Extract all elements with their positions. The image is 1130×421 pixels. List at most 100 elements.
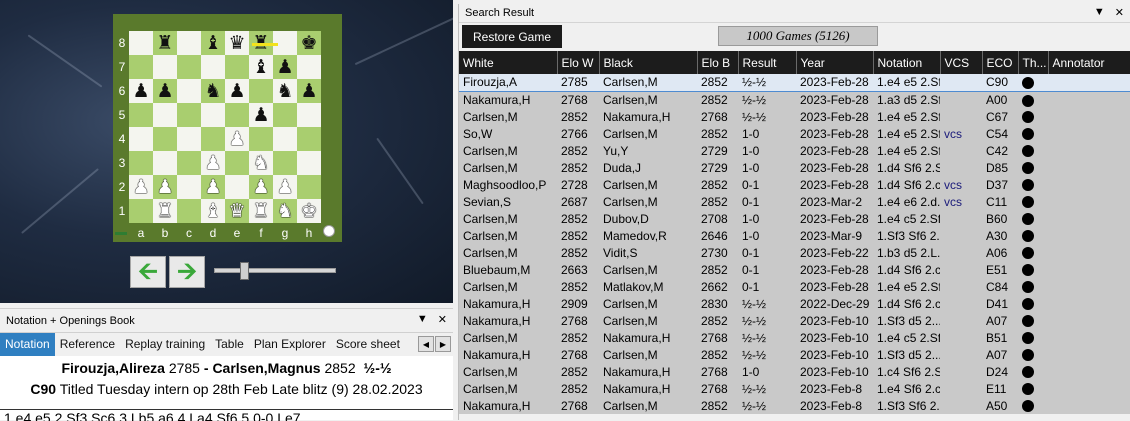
tab-score-sheet[interactable]: Score sheet: [331, 333, 405, 356]
board-square-h8[interactable]: ♚: [297, 31, 321, 55]
table-row[interactable]: So,W 2766 Carlsen,M 2852 1-0 2023-Feb-28 1.e4 …: [459, 125, 1130, 142]
board-square-b5[interactable]: [153, 103, 177, 127]
white-knight-icon[interactable]: ♞: [276, 201, 293, 221]
board-square-d4[interactable]: [201, 127, 225, 151]
white-queen-icon[interactable]: ♛: [228, 201, 245, 221]
board-square-f7[interactable]: ♝: [249, 55, 273, 79]
board-square-e6[interactable]: ♟: [225, 79, 249, 103]
table-row[interactable]: Nakamura,H 2768 Carlsen,M 2852 ½-½ 2023-Feb-1…: [459, 346, 1130, 363]
black-bishop-icon[interactable]: ♝: [204, 33, 221, 53]
board-square-e8[interactable]: ♛: [225, 31, 249, 55]
board-square-a3[interactable]: [129, 151, 153, 175]
previous-move-button[interactable]: 🡨: [130, 256, 166, 288]
table-row[interactable]: Carlsen,M 2852 Dubov,D 2708 1-0 2023-Feb-28 1.…: [459, 210, 1130, 227]
table-row[interactable]: Maghsoodloo,P 2728 Carlsen,M 2852 0-1 2023-Fe…: [459, 176, 1130, 193]
tab-scroll-left-icon[interactable]: ◀: [418, 336, 434, 352]
table-row[interactable]: Carlsen,M 2852 Yu,Y 2729 1-0 2023-Feb-28 1.e4 …: [459, 142, 1130, 159]
board-square-d7[interactable]: [201, 55, 225, 79]
board-square-c2[interactable]: [177, 175, 201, 199]
moves-text[interactable]: 1.e4 e5 2.Sf3 Sc6 3.Lb5 a6 4.La4 Sf6 5.0…: [0, 409, 453, 421]
tab-reference[interactable]: Reference: [55, 333, 120, 356]
board-square-c7[interactable]: [177, 55, 201, 79]
table-row[interactable]: Nakamura,H 2909 Carlsen,M 2830 ½-½ 2022-Dec-2…: [459, 295, 1130, 312]
white-rook-icon[interactable]: ♜: [156, 201, 173, 221]
table-row[interactable]: Carlsen,M 2852 Matlakov,M 2662 0-1 2023-Feb-2…: [459, 278, 1130, 295]
board-square-b2[interactable]: ♟: [153, 175, 177, 199]
board-square-h1[interactable]: ♚: [297, 199, 321, 223]
black-queen-icon[interactable]: ♛: [228, 33, 245, 53]
board-square-c4[interactable]: [177, 127, 201, 151]
black-pawn-icon[interactable]: ♟: [156, 81, 173, 101]
black-pawn-icon[interactable]: ♟: [228, 81, 245, 101]
board-square-e3[interactable]: [225, 151, 249, 175]
board-square-f3[interactable]: ♞: [249, 151, 273, 175]
board-square-b7[interactable]: [153, 55, 177, 79]
board-square-d5[interactable]: [201, 103, 225, 127]
board-square-f5[interactable]: ♟: [249, 103, 273, 127]
dropdown-icon[interactable]: ▼: [417, 313, 428, 326]
board-square-g2[interactable]: ♟: [273, 175, 297, 199]
board-square-f6[interactable]: [249, 79, 273, 103]
board-square-b8[interactable]: ♜: [153, 31, 177, 55]
table-row[interactable]: Sevian,S 2687 Carlsen,M 2852 0-1 2023-Mar-2 1.…: [459, 193, 1130, 210]
table-row[interactable]: Firouzja,A 2785 Carlsen,M 2852 ½-½ 2023-Feb-2…: [459, 74, 1130, 92]
board-square-a1[interactable]: [129, 199, 153, 223]
board-square-b1[interactable]: ♜: [153, 199, 177, 223]
white-bishop-icon[interactable]: ♝: [204, 201, 221, 221]
column-header-vcs[interactable]: VCS: [940, 51, 983, 74]
white-pawn-icon[interactable]: ♟: [252, 177, 269, 197]
white-pawn-icon[interactable]: ♟: [132, 177, 149, 197]
next-move-button[interactable]: 🡪: [169, 256, 205, 288]
table-row[interactable]: Carlsen,M 2852 Nakamura,H 2768 ½-½ 2023-Feb-1…: [459, 329, 1130, 346]
table-row[interactable]: Carlsen,M 2852 Mamedov,R 2646 1-0 2023-Mar-9 1…: [459, 227, 1130, 244]
board-square-a2[interactable]: ♟: [129, 175, 153, 199]
board-square-e7[interactable]: [225, 55, 249, 79]
black-rook-icon[interactable]: ♜: [156, 33, 173, 53]
board-square-g3[interactable]: [273, 151, 297, 175]
board-square-e2[interactable]: [225, 175, 249, 199]
tab-table[interactable]: Table: [210, 333, 249, 356]
table-row[interactable]: Nakamura,H 2768 Carlsen,M 2852 ½-½ 2023-Feb-8…: [459, 397, 1130, 414]
white-king-icon[interactable]: ♚: [300, 201, 317, 221]
black-king-icon[interactable]: ♚: [300, 33, 317, 53]
chess-board[interactable]: ♜♝♛♜♚♝♟♟♟♞♟♞♟♟♟♟♞♟♟♟♟♟♜♝♛♜♞♚: [129, 31, 321, 223]
tab-replay-training[interactable]: Replay training: [120, 333, 210, 356]
board-square-d6[interactable]: ♞: [201, 79, 225, 103]
board-square-g4[interactable]: [273, 127, 297, 151]
black-pawn-icon[interactable]: ♟: [132, 81, 149, 101]
tab-notation[interactable]: Notation: [0, 333, 55, 356]
black-pawn-icon[interactable]: ♟: [276, 57, 293, 77]
board-square-c8[interactable]: [177, 31, 201, 55]
board-square-c3[interactable]: [177, 151, 201, 175]
black-bishop-icon[interactable]: ♝: [252, 57, 269, 77]
board-square-c5[interactable]: [177, 103, 201, 127]
board-square-b6[interactable]: ♟: [153, 79, 177, 103]
white-pawn-icon[interactable]: ♟: [204, 177, 221, 197]
board-square-d1[interactable]: ♝: [201, 199, 225, 223]
table-row[interactable]: Carlsen,M 2852 Duda,J 2729 1-0 2023-Feb-28 1.d…: [459, 159, 1130, 176]
table-row[interactable]: Nakamura,H 2768 Carlsen,M 2852 ½-½ 2023-Feb-2…: [459, 91, 1130, 108]
column-header-black[interactable]: Black: [599, 51, 698, 74]
board-square-g7[interactable]: ♟: [273, 55, 297, 79]
white-knight-icon[interactable]: ♞: [252, 153, 269, 173]
replay-speed-slider[interactable]: [214, 268, 336, 273]
column-header-annotator[interactable]: Annotator: [1048, 51, 1130, 74]
board-square-h2[interactable]: [297, 175, 321, 199]
table-row[interactable]: Carlsen,M 2852 Vidit,S 2730 0-1 2023-Feb-22 1.…: [459, 244, 1130, 261]
board-square-f4[interactable]: [249, 127, 273, 151]
column-header-year[interactable]: Year: [796, 51, 874, 74]
black-knight-icon[interactable]: ♞: [276, 81, 293, 101]
table-row[interactable]: Carlsen,M 2852 Nakamura,H 2768 ½-½ 2023-Feb-8…: [459, 380, 1130, 397]
tab-plan-explorer[interactable]: Plan Explorer: [249, 333, 331, 356]
board-square-f1[interactable]: ♜: [249, 199, 273, 223]
board-square-h7[interactable]: [297, 55, 321, 79]
board-square-c6[interactable]: [177, 79, 201, 103]
board-square-f2[interactable]: ♟: [249, 175, 273, 199]
board-square-a7[interactable]: [129, 55, 153, 79]
board-square-h5[interactable]: [297, 103, 321, 127]
white-pawn-icon[interactable]: ♟: [276, 177, 293, 197]
board-square-b4[interactable]: [153, 127, 177, 151]
black-pawn-icon[interactable]: ♟: [300, 81, 317, 101]
table-row[interactable]: Nakamura,H 2768 Carlsen,M 2852 ½-½ 2023-Feb-1…: [459, 312, 1130, 329]
board-square-h4[interactable]: [297, 127, 321, 151]
